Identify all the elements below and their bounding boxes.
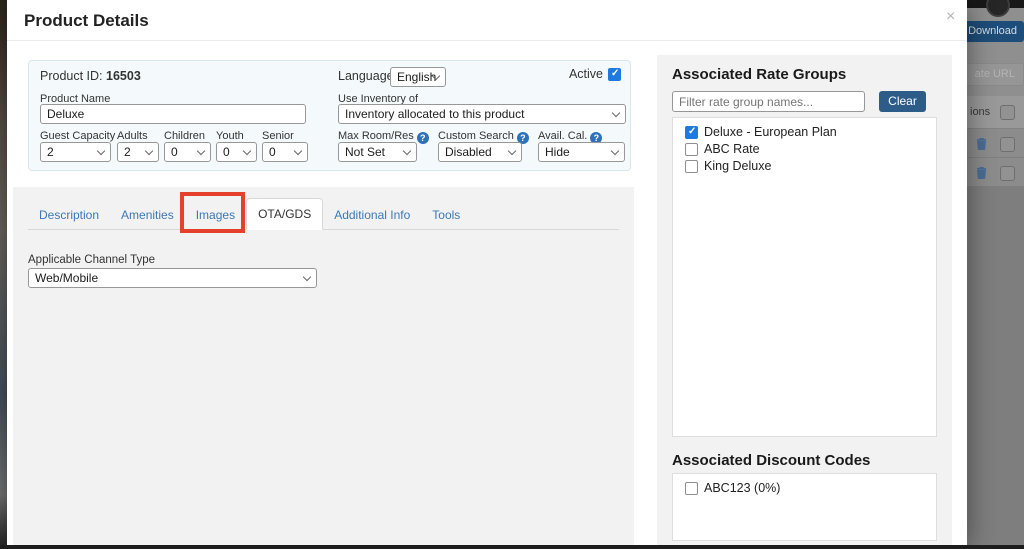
active-toggle: Active [569,67,621,81]
background-table-header: ions [967,96,1024,129]
tab-additional-info[interactable]: Additional Info [323,200,421,230]
guest-capacity-label: Guest Capacity [40,130,116,142]
guest-capacity-value: 2 [47,145,54,159]
rate-group-label: Deluxe - European Plan [704,125,837,139]
chevron-down-icon [196,146,206,156]
rate-groups-title: Associated Rate Groups [672,66,847,83]
chevron-down-icon [302,272,312,282]
actions-column-label: ions [970,106,991,118]
row-checkbox[interactable] [1000,166,1015,181]
chevron-down-icon [402,146,412,156]
product-id-label: Product ID: [40,69,103,83]
tab-images[interactable]: Images [185,200,246,230]
avail-cal-value: Hide [545,145,570,159]
tab-ota-gds[interactable]: OTA/GDS [246,198,324,230]
children-label: Children [164,130,205,142]
table-row [967,158,1024,187]
adults-label: Adults [117,130,148,142]
trash-icon[interactable] [976,137,987,155]
tab-section: Description Amenities Images OTA/GDS Add… [13,187,634,545]
avail-cal-text: Avail. Cal. [538,130,588,142]
rate-groups-list: Deluxe - European Plan ABC Rate King Del… [672,117,937,437]
list-item: Deluxe - European Plan [685,125,936,139]
active-label: Active [568,67,603,81]
channel-type-value: Web/Mobile [35,271,99,285]
rate-group-checkbox[interactable] [685,125,698,139]
adults-value: 2 [124,145,131,159]
discount-code-label: ABC123 (0%) [704,481,781,495]
children-value: 0 [171,145,178,159]
background-left-edge [0,0,7,549]
rate-group-filter-input[interactable] [672,91,865,112]
chevron-down-icon [144,146,154,156]
list-item: King Deluxe [685,159,936,173]
custom-search-text: Custom Search [438,130,514,142]
rate-group-label: ABC Rate [704,142,760,156]
rate-group-label: King Deluxe [704,159,772,173]
chevron-down-icon [242,146,252,156]
product-id: Product ID: 16503 [40,69,141,83]
close-icon[interactable]: × [946,8,955,26]
screen: Download ate URL ions Product Details × … [0,0,1024,549]
discount-codes-title: Associated Discount Codes [672,452,871,469]
tab-description[interactable]: Description [28,200,110,230]
product-id-value: 16503 [106,69,141,83]
product-name-input[interactable] [40,104,306,124]
tab-bar: Description Amenities Images OTA/GDS Add… [28,198,619,230]
youth-select[interactable]: 0 [216,142,257,162]
children-select[interactable]: 0 [164,142,211,162]
use-inventory-select[interactable]: Inventory allocated to this product [338,104,626,124]
custom-search-value: Disabled [445,145,492,159]
background-bottom-edge [0,545,1024,549]
adults-select[interactable]: 2 [117,142,159,162]
max-room-res-value: Not Set [345,145,386,159]
max-room-res-text: Max Room/Res [338,130,414,142]
chevron-down-icon [507,146,517,156]
trash-icon[interactable] [976,166,987,184]
senior-value: 0 [269,145,276,159]
custom-search-select[interactable]: Disabled [438,142,522,162]
product-info-panel: Product ID: 16503 Language: English Acti… [28,60,631,171]
discount-codes-list: ABC123 (0%) [672,473,937,541]
guest-capacity-select[interactable]: 2 [40,142,111,162]
max-room-res-select[interactable]: Not Set [338,142,417,162]
chevron-down-icon [293,146,303,156]
youth-label: Youth [216,130,244,142]
senior-select[interactable]: 0 [262,142,308,162]
channel-type-select[interactable]: Web/Mobile [28,268,317,288]
modal-title: Product Details [24,11,149,30]
channel-type-label: Applicable Channel Type [28,254,156,266]
rate-group-checkbox[interactable] [685,159,698,173]
tab-tools[interactable]: Tools [421,200,471,230]
list-item: ABC123 (0%) [685,481,936,495]
row-checkbox[interactable] [1000,137,1015,152]
active-checkbox[interactable] [608,67,621,81]
associations-panel: Associated Rate Groups Clear Deluxe - Eu… [657,55,952,545]
avail-cal-select[interactable]: Hide [538,142,625,162]
senior-label: Senior [262,130,294,142]
table-row [967,129,1024,158]
rate-group-checkbox[interactable] [685,142,698,156]
help-icon[interactable]: ? [416,132,429,144]
tab-amenities[interactable]: Amenities [110,200,185,230]
discount-code-checkbox[interactable] [685,481,698,495]
language-value: English [397,70,437,84]
language-label: Language: [338,69,398,83]
clear-button[interactable]: Clear [879,91,926,112]
youth-value: 0 [223,145,230,159]
chevron-down-icon [611,108,621,118]
list-item: ABC Rate [685,142,936,156]
chevron-down-icon [96,146,106,156]
select-all-checkbox[interactable] [1000,105,1015,120]
chevron-down-icon [610,146,620,156]
header-divider [7,40,967,41]
language-select[interactable]: English [390,67,446,87]
use-inventory-value: Inventory allocated to this product [345,107,525,121]
product-details-modal: Product Details × Product ID: 16503 Lang… [7,0,967,545]
